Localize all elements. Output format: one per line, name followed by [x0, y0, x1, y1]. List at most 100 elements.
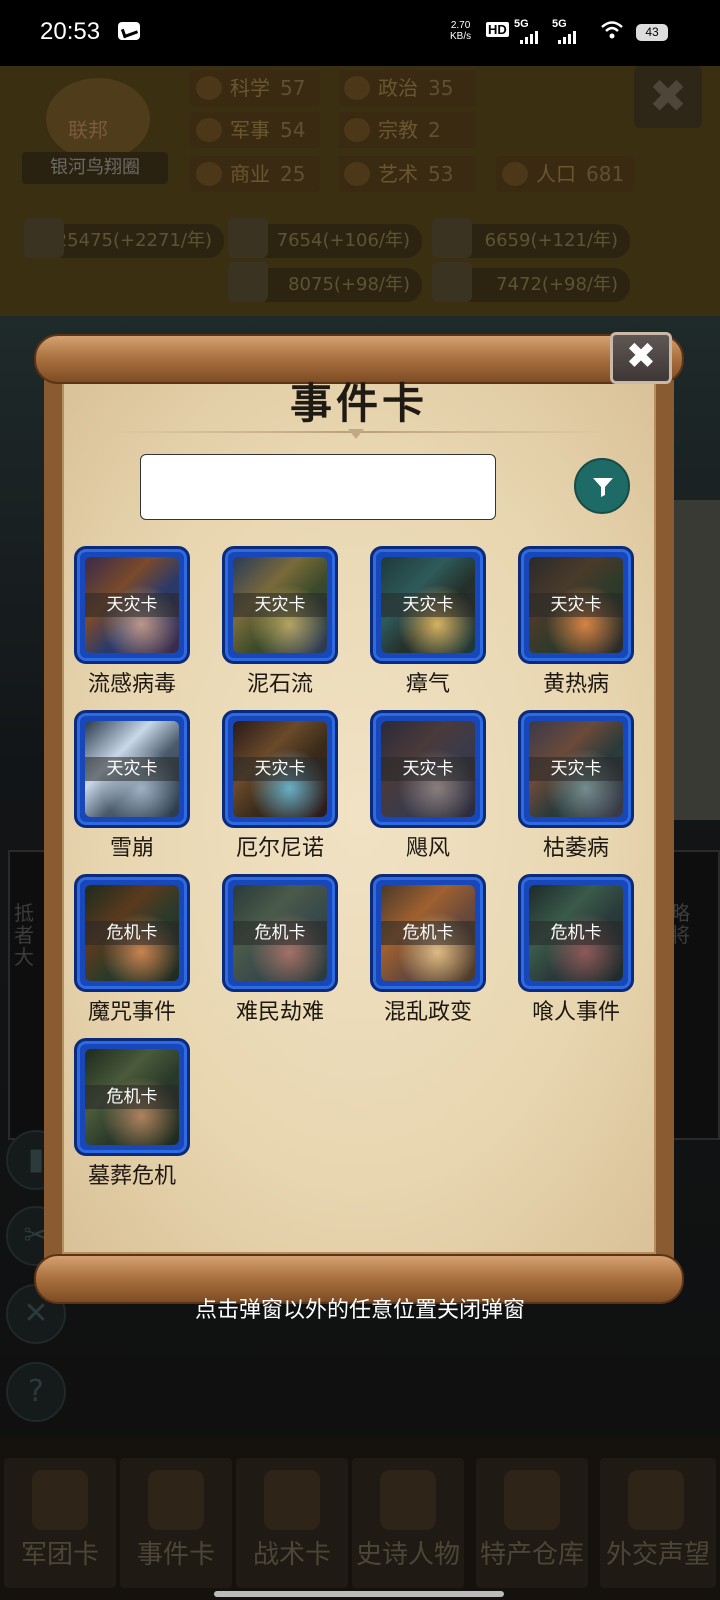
card-type-label: 天灾卡 — [381, 593, 475, 617]
resource-value: 7472(+98/年) — [496, 274, 618, 295]
stat-science: 科学 57 — [190, 70, 320, 106]
hd-icon: HD — [486, 22, 509, 37]
battery-icon: 43 — [636, 24, 668, 41]
card-frame: 危机卡 — [74, 874, 190, 992]
network-speed-unit: KB/s — [450, 31, 472, 42]
card-type-label: 危机卡 — [85, 921, 179, 945]
card-frame: 天灾卡 — [370, 546, 486, 664]
stat-value: 681 — [586, 162, 625, 186]
card-name: 枯萎病 — [542, 836, 609, 861]
card-name: 魔咒事件 — [87, 1000, 176, 1025]
signal-label-2: 5G — [552, 18, 567, 30]
card-name: 混乱政变 — [383, 1000, 472, 1025]
dialog-title: 事件卡 — [289, 379, 428, 428]
card-name: 黄热病 — [542, 672, 609, 697]
helmet-icon — [32, 1470, 88, 1530]
stat-value: 54 — [280, 118, 306, 142]
wifi-icon — [601, 21, 623, 39]
meat-icon — [432, 262, 472, 302]
card-type-label: 天灾卡 — [381, 757, 475, 781]
population-icon — [502, 162, 528, 186]
stat-label: 科学 — [230, 76, 270, 100]
religion-icon — [344, 118, 370, 142]
stat-value: 53 — [428, 162, 454, 186]
nav-label: 外交声望 — [605, 1540, 710, 1570]
compass-icon — [264, 1470, 320, 1530]
card-type-label: 危机卡 — [529, 921, 623, 945]
search-input[interactable] — [140, 454, 496, 520]
filter-button[interactable] — [574, 458, 630, 514]
card-type-label: 天灾卡 — [233, 593, 327, 617]
politics-icon — [344, 76, 370, 100]
card-name: 瘴气 — [405, 672, 450, 697]
nav-label: 军团卡 — [20, 1540, 99, 1570]
stat-value: 57 — [280, 76, 306, 100]
science-icon — [196, 76, 222, 100]
stat-religion: 宗教 2 — [338, 112, 476, 148]
signal-bars-1-icon — [520, 31, 538, 44]
stat-label: 政治 — [378, 76, 418, 100]
signal-label-1: 5G — [514, 18, 529, 30]
nav-epic-figures: 史诗人物 — [352, 1458, 464, 1588]
resource-4-icon — [228, 262, 268, 302]
chest-icon — [504, 1470, 560, 1530]
title-divider — [108, 431, 608, 433]
resource-2: 7654(+106/年) — [228, 218, 422, 258]
resource-value: 425475(+2271/年) — [44, 230, 212, 251]
stat-value: 25 — [280, 162, 306, 186]
stat-value: 2 — [428, 118, 441, 142]
art-icon — [344, 162, 370, 186]
resource-2-icon — [228, 218, 268, 258]
event-card-dialog: ✖ 事件卡 天灾卡 流感病毒 天灾卡 泥石流 天灾卡 瘴气 天灾卡 黄热病 天灾卡 雪崩 天灾卡 厄尔… — [34, 332, 684, 1304]
card-frame: 天灾卡 — [518, 710, 634, 828]
stat-population: 人口 681 — [496, 156, 634, 192]
stat-art: 艺术 53 — [338, 156, 476, 192]
nav-diplomacy: 外交声望 — [600, 1458, 716, 1588]
scroll-icon — [148, 1470, 204, 1530]
nav-label: 事件卡 — [136, 1540, 215, 1570]
stat-label: 人口 — [536, 162, 576, 186]
home-indicator[interactable] — [214, 1591, 504, 1597]
card-frame: 危机卡 — [370, 874, 486, 992]
close-hint: 点击弹窗以外的任意位置关闭弹窗 — [194, 1298, 525, 1323]
resource-gold: 425475(+2271/年) — [24, 218, 224, 258]
resource-value: 7654(+106/年) — [276, 230, 410, 251]
stat-value: 35 — [428, 76, 454, 100]
card-name: 飓风 — [405, 836, 450, 861]
clock: 20:53 — [40, 18, 101, 45]
resource-value: 8075(+98/年) — [288, 274, 410, 295]
stat-commerce: 商业 25 — [190, 156, 320, 192]
filter-icon — [593, 478, 613, 497]
card-name: 难民劫难 — [235, 1000, 324, 1025]
emblem-text: 联邦 — [68, 118, 108, 142]
card-type-label: 天灾卡 — [529, 593, 623, 617]
card-frame: 危机卡 — [222, 874, 338, 992]
card-frame: 天灾卡 — [518, 546, 634, 664]
card-type-label: 危机卡 — [381, 921, 475, 945]
card-frame: 天灾卡 — [74, 546, 190, 664]
card-type-label: 天灾卡 — [233, 757, 327, 781]
stat-label: 艺术 — [378, 162, 418, 186]
card-name: 喰人事件 — [531, 1000, 620, 1025]
card-name: 泥石流 — [246, 672, 313, 697]
gold-icon — [24, 218, 64, 258]
card-name: 雪崩 — [109, 836, 154, 861]
nav-label: 战术卡 — [252, 1540, 331, 1570]
nav-tactic-cards: 战术卡 — [236, 1458, 348, 1588]
network-speed-value: 2.70 — [450, 20, 471, 31]
commerce-icon — [196, 162, 222, 186]
card-name: 流感病毒 — [87, 672, 176, 697]
signal-bars-2-icon — [558, 31, 576, 44]
resource-value: 6659(+121/年) — [484, 230, 618, 251]
stat-label: 宗教 — [378, 118, 418, 142]
crown-icon — [380, 1470, 436, 1530]
stat-label: 商业 — [230, 162, 270, 186]
stat-politics: 政治 35 — [338, 70, 476, 106]
stat-label: 军事 — [230, 118, 270, 142]
card-frame: 天灾卡 — [370, 710, 486, 828]
card-type-label: 危机卡 — [85, 1085, 179, 1109]
card-type-label: 天灾卡 — [85, 757, 179, 781]
nav-legion-cards: 军团卡 — [4, 1458, 116, 1588]
letter-icon — [628, 1470, 684, 1530]
nav-label: 特产仓库 — [479, 1540, 584, 1570]
